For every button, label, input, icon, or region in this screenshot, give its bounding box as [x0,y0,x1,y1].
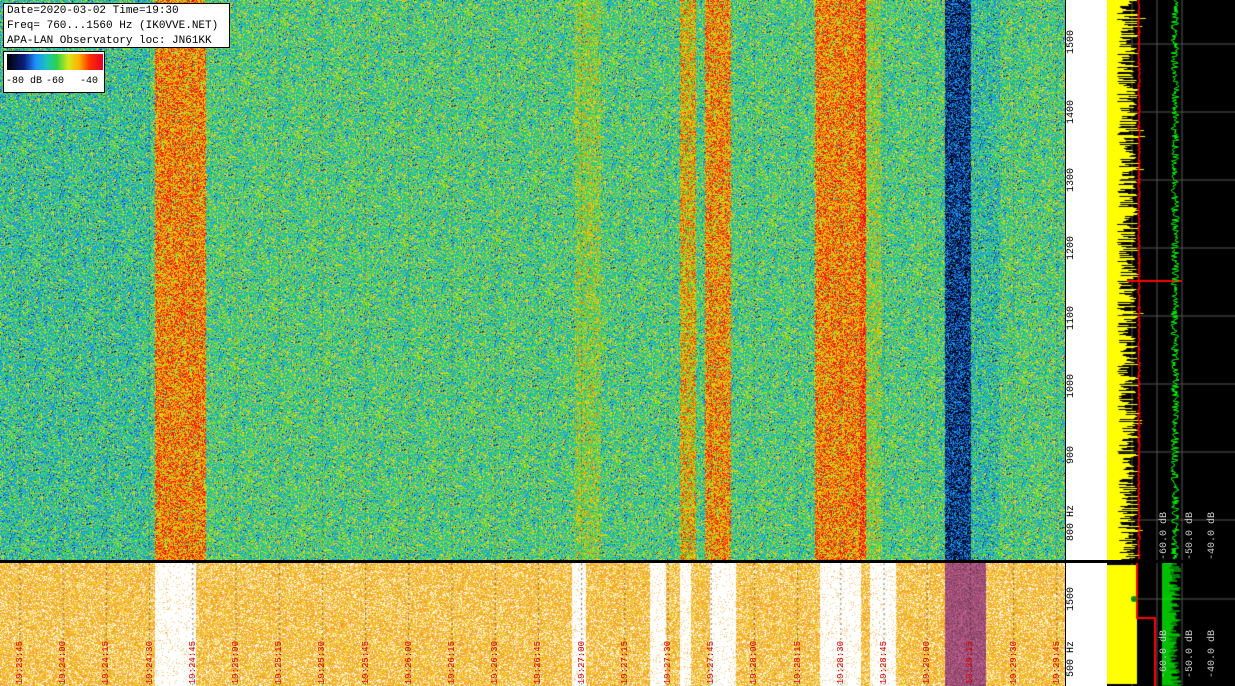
frequency-axis-top: 1500 1400 1300 1200 1100 1000 900 800 Hz [1065,0,1108,560]
freq-tick-label: 1500 [1066,30,1077,55]
color-scale-legend: -80 dB -60 -40 [3,51,105,93]
frequency-axis-bottom: 1500 500 Hz [1065,563,1108,686]
freq-tick-label: 1300 [1066,168,1077,193]
time-label: 19:26:00 [403,640,414,684]
time-label: 19:25:30 [317,640,328,684]
freq-tick-label: 1000 [1066,374,1077,399]
time-label: 19:28:15 [792,640,803,684]
color-scale-bar [7,54,103,70]
time-label: 19:28:45 [879,640,889,684]
observatory-label: APA-LAN Observatory loc: JN61KK [7,35,212,47]
db-scale-label: -60.0 dB [1159,630,1170,679]
time-label: 19:29:00 [922,640,933,684]
freq-tick-label: 1200 [1066,236,1077,261]
db-scale-label: -50.0 dB [1185,630,1196,679]
time-label: 19:24:45 [187,640,198,684]
time-label: 19:26:45 [533,640,544,684]
time-label: 19:29:45 [1051,640,1062,684]
time-label: 19:24:30 [144,640,155,684]
date-time-label: Date=2020-03-02 Time=19:30 [7,5,179,17]
freq-tick-label: 1500 [1066,587,1077,612]
scale-max-label: -40 [80,76,99,87]
time-label: 19:29:30 [1008,640,1019,684]
spectrum-profile-top [1107,0,1235,560]
time-label: 19:24:15 [101,640,112,684]
frequency-range-label: Freq= 760...1560 Hz (IK0VVE.NET) [7,20,219,32]
db-scale-label: -40.0 dB [1207,512,1218,561]
db-scale-label: -40.0 dB [1207,630,1218,679]
freq-tick-label: 800 Hz [1066,505,1077,542]
freq-tick-label: 1100 [1066,306,1077,331]
header-info-box: Date=2020-03-02 Time=19:30 Freq= 760...1… [3,3,230,48]
time-label: 19:26:30 [490,640,501,684]
scale-min-label: -80 dB [6,76,43,87]
time-label: 19:25:15 [274,640,285,684]
time-label: 19:29:15 [965,640,976,684]
time-label: 19:26:15 [447,640,457,684]
waterfall-spectrogram-main [0,0,1065,560]
time-label: 19:25:45 [360,640,371,684]
time-label: 19:28:30 [835,640,846,684]
freq-tick-label: 1400 [1066,100,1077,125]
time-label: 19:27:15 [619,640,630,684]
time-label: 19:25:00 [231,640,241,684]
time-label: 19:23:45 [15,640,25,684]
time-label: 19:24:00 [58,640,69,684]
freq-tick-label: 500 Hz [1066,641,1077,678]
time-label: 19:28:00 [749,640,760,684]
db-scale-label: -50.0 dB [1185,512,1196,561]
time-label: 19:27:45 [706,640,717,684]
time-label: 19:27:30 [663,640,673,684]
scale-mid-label: -60 [46,76,65,87]
freq-tick-label: 900 [1066,446,1077,465]
db-scale-label: -60.0 dB [1159,512,1170,561]
time-label: 19:27:00 [576,640,587,684]
